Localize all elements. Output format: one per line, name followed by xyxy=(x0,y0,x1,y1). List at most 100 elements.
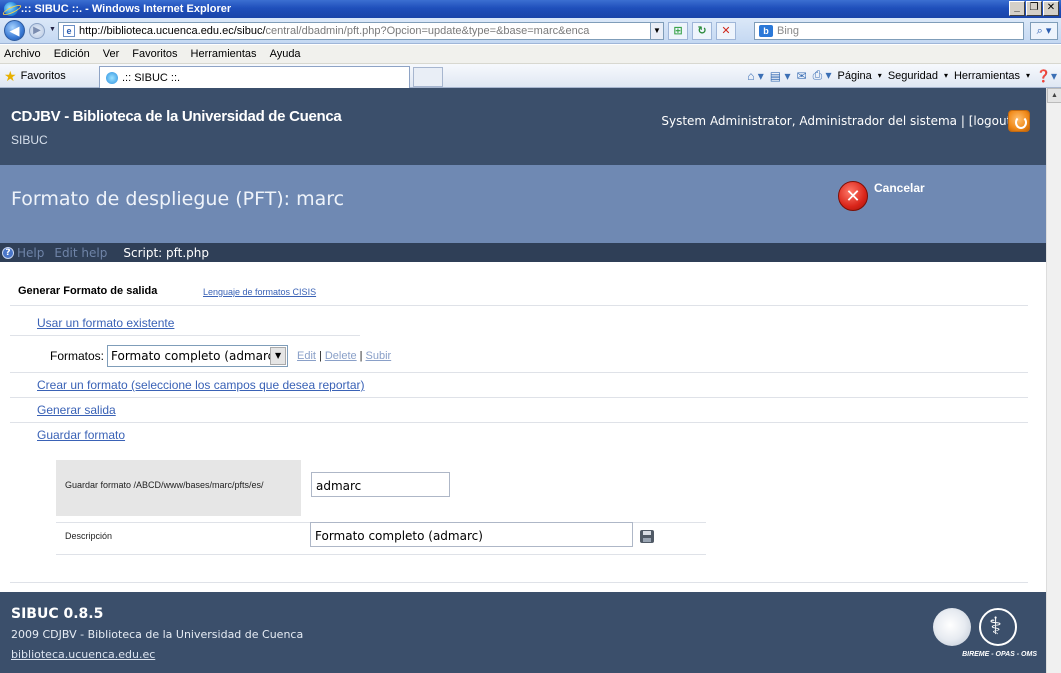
description-label: Descripción xyxy=(65,531,113,541)
window-controls: _ ❐ ✕ xyxy=(1009,1,1059,16)
copyright-text: 2009 CDJBV - Biblioteca de la Universida… xyxy=(11,628,304,641)
question-icon: ? xyxy=(2,246,14,259)
divider xyxy=(56,554,706,555)
refresh-icon[interactable]: ↻ xyxy=(692,22,712,40)
search-placeholder: Bing xyxy=(777,25,800,37)
help-link[interactable]: Help xyxy=(17,246,44,260)
search-icon[interactable]: ⌕ ▾ xyxy=(1030,22,1058,40)
site-subtitle: SIBUC xyxy=(11,133,48,147)
site-header: CDJBV - Biblioteca de la Universidad de … xyxy=(0,88,1046,165)
logo-caption: BIREME - OPAS - OMS xyxy=(962,651,1037,658)
section-heading: Generar Formato de salida xyxy=(18,285,158,297)
cancel-label: Cancelar xyxy=(874,181,925,195)
cmd-tools[interactable]: Herramientas xyxy=(954,70,1020,82)
tab-title: .:: SIBUC ::. xyxy=(122,71,181,84)
upload-link[interactable]: Subir xyxy=(366,350,392,362)
menu-bar: Archivo Edición Ver Favoritos Herramient… xyxy=(0,45,1061,64)
favorites-bar: ★ Favoritos .:: SIBUC ::. ⌂ ▾ ▤ ▾ ✉ ⎙ ▾ … xyxy=(0,64,1061,88)
back-button[interactable]: ◀ xyxy=(4,20,25,41)
section-bar: Formato de despliegue (PFT): marc ✕ Canc… xyxy=(0,165,1046,243)
mail-icon[interactable]: ✉ xyxy=(797,69,807,83)
bing-icon: b xyxy=(759,25,773,37)
divider xyxy=(10,422,1028,423)
address-bar: ◀ ▶ ▼ e http://biblioteca.ucuenca.edu.ec… xyxy=(0,18,1061,44)
create-format-link[interactable]: Crear un formato (seleccione los campos … xyxy=(37,378,365,392)
menu-help[interactable]: Ayuda xyxy=(270,48,301,60)
logout-icon[interactable] xyxy=(1008,110,1030,132)
vertical-scrollbar[interactable]: ▲ xyxy=(1046,88,1061,673)
bireme-globe-icon xyxy=(933,608,971,646)
version-text: SIBUC 0.8.5 xyxy=(11,606,104,622)
description-input[interactable]: Formato completo (admarc) xyxy=(310,522,633,547)
tab-sibuc[interactable]: .:: SIBUC ::. xyxy=(99,66,410,88)
web-page: CDJBV - Biblioteca de la Universidad de … xyxy=(0,88,1046,673)
menu-view[interactable]: Ver xyxy=(103,48,120,60)
edit-link[interactable]: Edit xyxy=(297,350,316,362)
cmd-security[interactable]: Seguridad xyxy=(888,70,938,82)
divider xyxy=(10,582,1028,583)
help-icon[interactable]: ❓▾ xyxy=(1036,69,1057,83)
url-rest: central/dbadmin/pft.php?Opcion=update&ty… xyxy=(265,25,590,37)
script-name: Script: pft.php xyxy=(123,245,210,260)
who-emblem-icon xyxy=(979,608,1017,646)
print-icon[interactable]: ⎙ ▾ xyxy=(813,68,832,83)
history-dropdown-icon[interactable]: ▼ xyxy=(49,26,56,33)
page-title: Formato de despliegue (PFT): marc xyxy=(11,188,345,210)
url-main: http://biblioteca.ucuenca.edu.ec/sibuc/ xyxy=(79,25,266,37)
tab-page-icon xyxy=(106,71,118,84)
minimize-button[interactable]: _ xyxy=(1009,1,1025,16)
divider xyxy=(10,305,1028,306)
new-tab-button[interactable] xyxy=(413,67,443,87)
generate-output-link[interactable]: Generar salida xyxy=(37,403,116,417)
star-icon: ★ xyxy=(4,67,17,84)
save-path-label: Guardar formato /ABCD/www/bases/marc/pft… xyxy=(65,480,264,490)
stop-icon[interactable]: ✕ xyxy=(716,22,736,40)
window-titlebar: .:: SIBUC ::. - Windows Internet Explore… xyxy=(0,0,1061,18)
cmd-page[interactable]: Página xyxy=(838,70,872,82)
help-bar: ? Help Edit help Script: pft.php xyxy=(0,243,1046,262)
menu-file[interactable]: Archivo xyxy=(4,48,41,60)
command-bar: ⌂ ▾ ▤ ▾ ✉ ⎙ ▾ Página ▾ Seguridad ▾ Herrami… xyxy=(747,68,1057,83)
formats-label: Formatos: xyxy=(50,349,105,363)
save-name-input[interactable]: admarc xyxy=(311,472,450,497)
home-icon[interactable]: ⌂ ▾ xyxy=(747,69,764,83)
formats-selected-value: Formato completo (admarc) xyxy=(111,349,279,363)
feeds-icon[interactable]: ▤ ▾ xyxy=(770,69,791,83)
partner-logos: BIREME - OPAS - OMS xyxy=(915,608,1037,666)
favorites-label: Favoritos xyxy=(20,70,66,82)
menu-tools[interactable]: Herramientas xyxy=(191,48,257,60)
maximize-button[interactable]: ❐ xyxy=(1026,1,1042,16)
close-button[interactable]: ✕ xyxy=(1043,1,1059,16)
favorites-button[interactable]: ★ Favoritos xyxy=(2,67,82,85)
divider xyxy=(10,397,1028,398)
save-path-cell: Guardar formato /ABCD/www/bases/marc/pft… xyxy=(56,460,301,516)
cancel-button[interactable]: ✕ Cancelar xyxy=(838,181,925,211)
forward-button[interactable]: ▶ xyxy=(29,23,45,39)
user-info[interactable]: System Administrator, Administrador del … xyxy=(661,114,1016,128)
delete-link[interactable]: Delete xyxy=(325,350,357,362)
save-icon[interactable] xyxy=(640,530,654,543)
save-format-link[interactable]: Guardar formato xyxy=(37,428,125,442)
window-title: .:: SIBUC ::. - Windows Internet Explore… xyxy=(21,3,232,15)
chevron-down-icon[interactable]: ▼ xyxy=(270,347,287,365)
url-field[interactable]: e http://biblioteca.ucuenca.edu.ec/sibuc… xyxy=(58,22,660,40)
site-footer: SIBUC 0.8.5 2009 CDJBV - Biblioteca de l… xyxy=(0,592,1046,673)
compatibility-icon[interactable]: ⊞ xyxy=(668,22,688,40)
cancel-icon: ✕ xyxy=(838,181,868,211)
site-title: CDJBV - Biblioteca de la Universidad de … xyxy=(11,108,342,125)
ie-logo-icon xyxy=(4,2,18,16)
divider xyxy=(10,372,1028,373)
formats-row: Formatos: Formato completo (admarc) ▼ Ed… xyxy=(50,345,391,367)
url-dropdown-icon[interactable]: ▼ xyxy=(650,22,664,40)
search-field[interactable]: b Bing xyxy=(754,22,1024,40)
scroll-up-icon[interactable]: ▲ xyxy=(1047,88,1061,103)
menu-favorites[interactable]: Favoritos xyxy=(132,48,177,60)
use-existing-format-link[interactable]: Usar un formato existente xyxy=(37,316,174,330)
divider xyxy=(10,335,360,336)
cisis-language-link[interactable]: Lenguaje de formatos CISIS xyxy=(203,287,316,297)
edit-help-link[interactable]: Edit help xyxy=(54,246,107,260)
formats-select[interactable]: Formato completo (admarc) ▼ xyxy=(107,345,289,367)
site-link[interactable]: biblioteca.ucuenca.edu.ec xyxy=(11,648,155,661)
menu-edit[interactable]: Edición xyxy=(54,48,90,60)
page-icon: e xyxy=(63,25,75,37)
